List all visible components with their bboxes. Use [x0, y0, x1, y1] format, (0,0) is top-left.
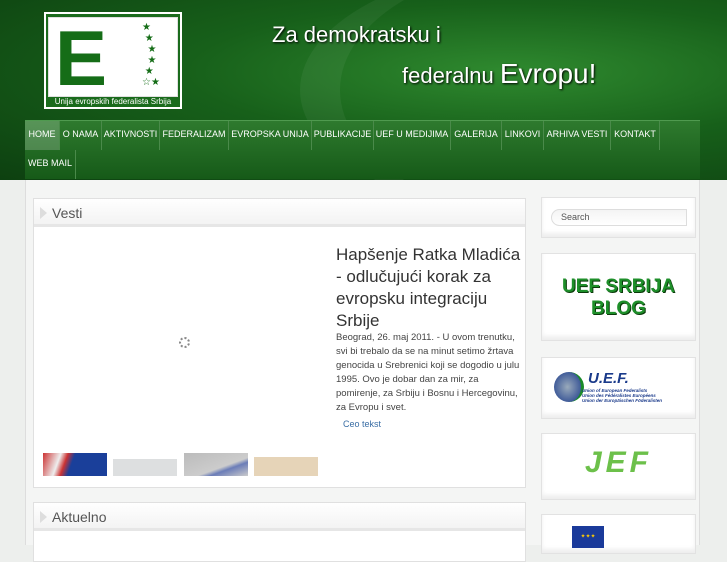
nav-publikacije[interactable]: PUBLIKACIJE: [312, 121, 374, 150]
uef-banner[interactable]: U.E.F. Union of European Federalists Unio…: [541, 357, 696, 419]
aktuelno-title: Aktuelno: [34, 503, 525, 531]
news-thumbnail[interactable]: [254, 457, 318, 476]
site-logo[interactable]: E ★ ★ ★ ★ ★ ☆★ Unija evropskih federalist…: [44, 12, 182, 109]
vesti-panel: Vesti Hapšenje Ratka Mladića - odlučujuć…: [33, 198, 526, 488]
jef-logo-text: JEF: [584, 446, 653, 479]
nav-o-nama[interactable]: O NAMA: [60, 121, 102, 150]
uef-sub3: Union der Europäischen Föderalisten: [582, 398, 663, 403]
nav-arhiva-vesti[interactable]: ARHIVA VESTI: [544, 121, 611, 150]
nav-aktivnosti[interactable]: AKTIVNOSTI: [102, 121, 160, 150]
news-headline[interactable]: Hapšenje Ratka Mladića - odlučujući kora…: [336, 244, 521, 332]
search-input[interactable]: Search: [551, 209, 687, 226]
logo-caption: Unija evropskih federalista Srbija: [54, 97, 172, 106]
aktuelno-panel: Aktuelno: [33, 502, 526, 562]
slogan-line2: federalnu Evropu!: [402, 58, 596, 90]
news-excerpt: Beograd, 26. maj 2011. - U ovom trenutku…: [336, 332, 520, 413]
nav-linkovi[interactable]: LINKOVI: [502, 121, 544, 150]
nav-kontakt[interactable]: KONTAKT: [611, 121, 660, 150]
nav-uef-u-medijima[interactable]: UEF U MEDIJIMA: [374, 121, 451, 150]
news-thumbnail[interactable]: [43, 453, 107, 476]
blog-banner[interactable]: UEF SRBIJA BLOG: [541, 253, 696, 341]
jef-banner[interactable]: JEF: [541, 433, 696, 500]
blog-line2: BLOG: [591, 298, 646, 319]
nav-web-mail[interactable]: WEB MAIL: [25, 150, 76, 179]
main-nav: HOME O NAMA AKTIVNOSTI FEDERALIZAM EVROP…: [25, 120, 700, 179]
globe-icon: [554, 372, 584, 402]
eu-banner[interactable]: ✦✦✦: [541, 514, 696, 554]
nav-evropska-unija[interactable]: EVROPSKA UNIJA: [229, 121, 312, 150]
nav-galerija[interactable]: GALERIJA: [451, 121, 502, 150]
search-panel: Search: [541, 197, 696, 238]
news-thumbnail[interactable]: [184, 453, 248, 476]
blog-banner-text: UEF SRBIJA BLOG: [542, 276, 695, 320]
slogan-line1: Za demokratsku i: [272, 22, 441, 47]
blog-line1: UEF SRBIJA: [562, 276, 675, 297]
read-more-link[interactable]: Ceo tekst: [343, 419, 381, 429]
slogan-text: federalnu: [402, 63, 494, 88]
loading-spinner-icon: [179, 337, 190, 348]
page-body: Vesti Hapšenje Ratka Mladića - odlučujuć…: [25, 180, 700, 562]
nav-federalizam[interactable]: FEDERALIZAM: [160, 121, 229, 150]
news-thumbnail[interactable]: [113, 459, 177, 476]
news-slider: Hapšenje Ratka Mladića - odlučujući kora…: [34, 233, 525, 487]
nav-home[interactable]: HOME: [25, 121, 60, 150]
vesti-title: Vesti: [34, 199, 525, 227]
uef-subtitle: Union of European Federalists Union des F…: [582, 388, 662, 403]
logo-letter: E: [55, 14, 108, 102]
star-icons: ★ ★ ★ ★ ★ ☆★: [142, 22, 160, 88]
uef-title: U.E.F.: [588, 370, 629, 387]
slogan-emphasis: Evropu!: [499, 58, 597, 89]
